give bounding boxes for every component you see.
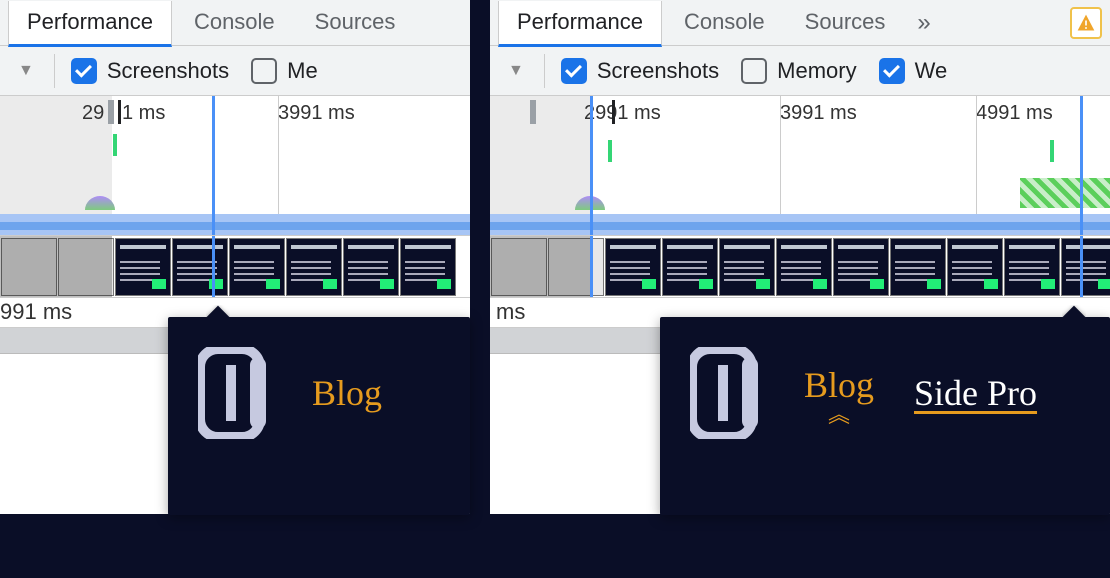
frame-thumbnail[interactable] [776, 238, 832, 296]
playhead [1080, 236, 1083, 297]
popup-notch-icon [206, 305, 230, 317]
ruler-label: ms [496, 299, 525, 325]
frame-thumbnail[interactable] [115, 238, 171, 296]
tab-bar: Performance Console Sources [0, 0, 470, 46]
band [490, 222, 1110, 230]
band [0, 222, 470, 230]
memory-checkbox[interactable]: Memory [735, 58, 862, 84]
checkbox-icon [71, 58, 97, 84]
webvitals-checkbox[interactable]: We [873, 58, 954, 84]
frame-thumbnail[interactable] [890, 238, 946, 296]
memory-label: Memory [777, 58, 856, 84]
screenshot-preview-popup: Blog ︽ Side Pro [660, 317, 1110, 515]
blog-link[interactable]: Blog [804, 364, 874, 406]
marker [612, 100, 615, 124]
tick-label: 2991 ms [584, 102, 661, 125]
memory-label: Me [287, 58, 318, 84]
frame-thumbnail[interactable] [662, 238, 718, 296]
screenshot-filmstrip[interactable] [490, 236, 1110, 298]
frame-thumbnail[interactable] [286, 238, 342, 296]
frame-thumbnail[interactable] [1061, 238, 1110, 296]
popup-notch-icon [1062, 305, 1086, 317]
side-projects-link[interactable]: Side Pro [914, 372, 1037, 414]
hatched-region [1020, 178, 1110, 208]
frame-thumbnail[interactable] [719, 238, 775, 296]
activity-marker [1050, 140, 1054, 162]
tab-sources[interactable]: Sources [297, 1, 414, 47]
tab-sources[interactable]: Sources [787, 1, 904, 47]
playhead[interactable] [1080, 96, 1083, 235]
warning-badge-icon[interactable] [1070, 7, 1102, 39]
tick-label: 3991 ms [278, 102, 355, 125]
checkbox-icon [251, 58, 277, 84]
marker [108, 100, 114, 124]
tab-bar: Performance Console Sources » [490, 0, 1110, 46]
checkbox-icon [561, 58, 587, 84]
screenshots-label: Screenshots [107, 58, 229, 84]
divider [544, 54, 545, 88]
playhead[interactable] [212, 96, 215, 235]
ruler-label: 991 ms [0, 299, 72, 325]
timeline-overview[interactable]: 29 1 ms 3991 ms [0, 96, 470, 236]
site-logo-icon [198, 347, 272, 439]
site-logo-icon [690, 347, 764, 439]
dimmed-region [490, 236, 590, 297]
frame-thumbnail[interactable] [229, 238, 285, 296]
screenshots-checkbox[interactable]: Screenshots [555, 58, 725, 84]
dropdown-caret-icon[interactable]: ▼ [498, 62, 534, 80]
frame-thumbnail[interactable] [605, 238, 661, 296]
band [490, 214, 1110, 222]
tab-performance[interactable]: Performance [498, 1, 662, 47]
memory-checkbox[interactable]: Me [245, 58, 324, 84]
screenshots-label: Screenshots [597, 58, 719, 84]
timeline-overview[interactable]: 2991 ms 3991 ms 4991 ms [490, 96, 1110, 236]
checkbox-icon [879, 58, 905, 84]
tab-console[interactable]: Console [176, 1, 293, 47]
frame-thumbnail[interactable] [172, 238, 228, 296]
dimmed-region [0, 236, 112, 297]
marker [118, 100, 121, 124]
toolbar: ▼ Screenshots Me [0, 46, 470, 96]
tick-label: 4991 ms [976, 102, 1053, 125]
toolbar: ▼ Screenshots Memory We [490, 46, 1110, 96]
tabs-overflow-icon[interactable]: » [907, 9, 940, 37]
activity-marker [113, 134, 117, 156]
tab-console[interactable]: Console [666, 1, 783, 47]
blog-link[interactable]: Blog [312, 372, 382, 414]
dropdown-caret-icon[interactable]: ▼ [8, 62, 44, 80]
frame-thumbnail[interactable] [400, 238, 456, 296]
playhead[interactable] [590, 96, 593, 235]
screenshot-filmstrip[interactable] [0, 236, 470, 298]
tick-label: 3991 ms [780, 102, 857, 125]
webvitals-label: We [915, 58, 948, 84]
activity-marker [608, 140, 612, 162]
chevron-up-icon: ︽ [804, 408, 874, 421]
nav-blog: Blog ︽ [804, 364, 874, 421]
tick-label: 1 ms [122, 102, 165, 125]
playhead [212, 236, 215, 297]
screenshots-checkbox[interactable]: Screenshots [65, 58, 235, 84]
frame-thumbnail[interactable] [947, 238, 1003, 296]
marker [530, 100, 536, 124]
screenshot-preview-popup: Blog [168, 317, 470, 515]
nav-blog: Blog [312, 372, 382, 414]
checkbox-icon [741, 58, 767, 84]
band [0, 214, 470, 222]
frame-thumbnail[interactable] [343, 238, 399, 296]
playhead [590, 236, 593, 297]
tick-label: 29 [82, 102, 104, 125]
tab-performance[interactable]: Performance [8, 1, 172, 47]
divider [54, 54, 55, 88]
frame-thumbnail[interactable] [833, 238, 889, 296]
frame-thumbnail[interactable] [1004, 238, 1060, 296]
